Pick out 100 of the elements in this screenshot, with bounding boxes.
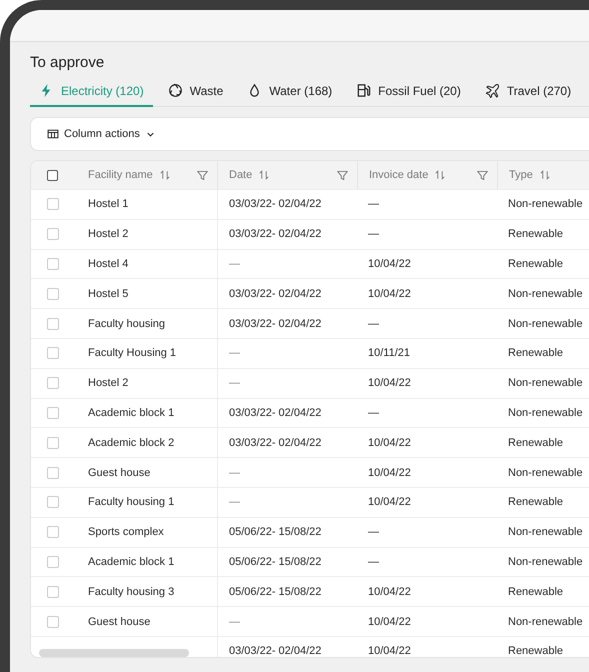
row-checkbox[interactable] xyxy=(47,318,59,330)
row-checkbox[interactable] xyxy=(47,556,59,568)
table-cell: — xyxy=(229,377,240,390)
table-cell: Hostel 5 xyxy=(88,288,128,300)
column-header[interactable]: Invoice date xyxy=(369,169,428,181)
fuel-pump-icon xyxy=(356,83,372,98)
column-actions-button[interactable]: Column actions xyxy=(47,128,156,140)
sort-icon xyxy=(538,169,551,181)
table-cell: 10/04/22 xyxy=(368,586,411,598)
row-checkbox[interactable] xyxy=(47,406,59,419)
table-cell: — xyxy=(229,347,240,360)
category-tab[interactable]: Fossil Fuel (20) xyxy=(347,83,470,107)
category-tab[interactable]: Waste xyxy=(158,83,232,107)
table-cell: — xyxy=(229,616,240,628)
table-cell: Faculty housing 3 xyxy=(88,586,174,598)
table-cell: 10/04/22 xyxy=(368,645,411,657)
table-cell: — xyxy=(368,526,379,538)
table-cell: 03/03/22- 02/04/22 xyxy=(229,288,322,300)
select-all-checkbox[interactable] xyxy=(47,170,58,180)
row-checkbox[interactable] xyxy=(47,496,59,508)
table-cell: Non-renewable xyxy=(508,556,583,568)
row-checkbox[interactable] xyxy=(47,436,59,449)
table-cell: Non-renewable xyxy=(508,526,583,538)
row-checkbox[interactable] xyxy=(47,466,59,479)
row-checkbox[interactable] xyxy=(47,586,59,598)
row-checkbox[interactable] xyxy=(47,526,59,538)
row-checkbox[interactable] xyxy=(47,616,59,628)
table-cell: Hostel 4 xyxy=(88,258,128,270)
table-cell: Renewable xyxy=(508,496,564,508)
table-cell: Academic block 1 xyxy=(88,556,174,568)
category-tab[interactable]: Travel (270) xyxy=(476,83,580,107)
sort-icon xyxy=(158,169,171,181)
sort-icon xyxy=(434,169,446,181)
table-cell: 03/03/22- 02/04/22 xyxy=(229,198,322,210)
table-cell: — xyxy=(229,258,240,270)
table-cell: Renewable xyxy=(508,586,564,598)
table-cell: Non-renewable xyxy=(508,406,583,419)
table-cell: 05/06/22- 15/08/22 xyxy=(229,586,322,598)
table-cell: Hostel 2 xyxy=(88,377,128,390)
table-cell: — xyxy=(368,228,379,240)
table-cell: Non-renewable xyxy=(508,288,583,300)
table-cell: Non-renewable xyxy=(508,616,583,628)
table-cell: Renewable xyxy=(508,645,564,657)
table-cell: Hostel 2 xyxy=(88,228,128,240)
table-cell: — xyxy=(368,556,379,568)
recycle-icon xyxy=(168,83,183,98)
column-header[interactable]: Type xyxy=(509,169,533,181)
table-cell: 10/04/22 xyxy=(368,436,411,449)
table-cell: 10/04/22 xyxy=(368,616,411,628)
table-cell: 10/04/22 xyxy=(368,466,411,479)
table-cell: 10/04/22 xyxy=(368,258,411,270)
table-cell: Sports complex xyxy=(88,526,164,538)
table-cell: 10/04/22 xyxy=(368,377,411,390)
table-cell: 10/11/21 xyxy=(368,347,410,360)
table-cell: Academic block 2 xyxy=(88,436,174,449)
table-cell: Renewable xyxy=(508,228,564,240)
table-cell: Guest house xyxy=(88,466,150,479)
table-cell: Non-renewable xyxy=(508,377,583,390)
filter-icon[interactable] xyxy=(476,168,489,182)
table-cell: — xyxy=(368,318,379,330)
table-cell: 05/06/22- 15/08/22 xyxy=(229,556,322,568)
scrollbar[interactable] xyxy=(39,649,189,657)
row-checkbox[interactable] xyxy=(47,198,59,210)
table-icon xyxy=(47,128,59,140)
column-header[interactable]: Date xyxy=(229,169,252,181)
table-cell: Non-renewable xyxy=(508,198,583,210)
table-cell: 03/03/22- 02/04/22 xyxy=(229,645,322,657)
row-checkbox[interactable] xyxy=(47,288,59,300)
row-checkbox[interactable] xyxy=(47,377,59,390)
row-checkbox[interactable] xyxy=(47,228,59,240)
row-checkbox[interactable] xyxy=(47,258,59,270)
plane-icon xyxy=(484,83,500,98)
table-cell: Hostel 1 xyxy=(88,198,128,210)
table-cell: Faculty housing xyxy=(88,318,166,330)
table-cell: Faculty Housing 1 xyxy=(88,347,176,360)
table-cell: Non-renewable xyxy=(508,466,583,479)
table-cell: 03/03/22- 02/04/22 xyxy=(229,436,322,449)
table-cell: Academic block 1 xyxy=(88,406,174,419)
category-tab[interactable]: Water (168) xyxy=(238,83,342,107)
table-cell: 05/06/22- 15/08/22 xyxy=(229,526,322,538)
table-cell: — xyxy=(368,406,379,419)
table-cell: 10/04/22 xyxy=(368,496,411,508)
table-cell: Guest house xyxy=(88,616,150,628)
table-cell: 03/03/22- 02/04/22 xyxy=(229,406,322,419)
column-header[interactable]: Facility name xyxy=(88,169,153,181)
filter-icon[interactable] xyxy=(196,168,209,182)
table-cell: Renewable xyxy=(508,436,564,449)
table-cell: Renewable xyxy=(508,347,564,360)
table-cell: 10/04/22 xyxy=(368,288,411,300)
table-cell: Renewable xyxy=(508,258,564,270)
table-cell: — xyxy=(368,198,379,210)
table-cell: — xyxy=(229,466,240,479)
table-cell: Faculty housing 1 xyxy=(88,496,174,508)
page-title: To approve xyxy=(30,54,106,71)
table-cell: — xyxy=(229,496,240,508)
row-checkbox[interactable] xyxy=(47,347,59,360)
filter-icon[interactable] xyxy=(336,168,349,182)
table-cell: Non-renewable xyxy=(508,318,583,330)
table-cell: 03/03/22- 02/04/22 xyxy=(229,228,322,240)
sort-icon xyxy=(258,169,270,181)
